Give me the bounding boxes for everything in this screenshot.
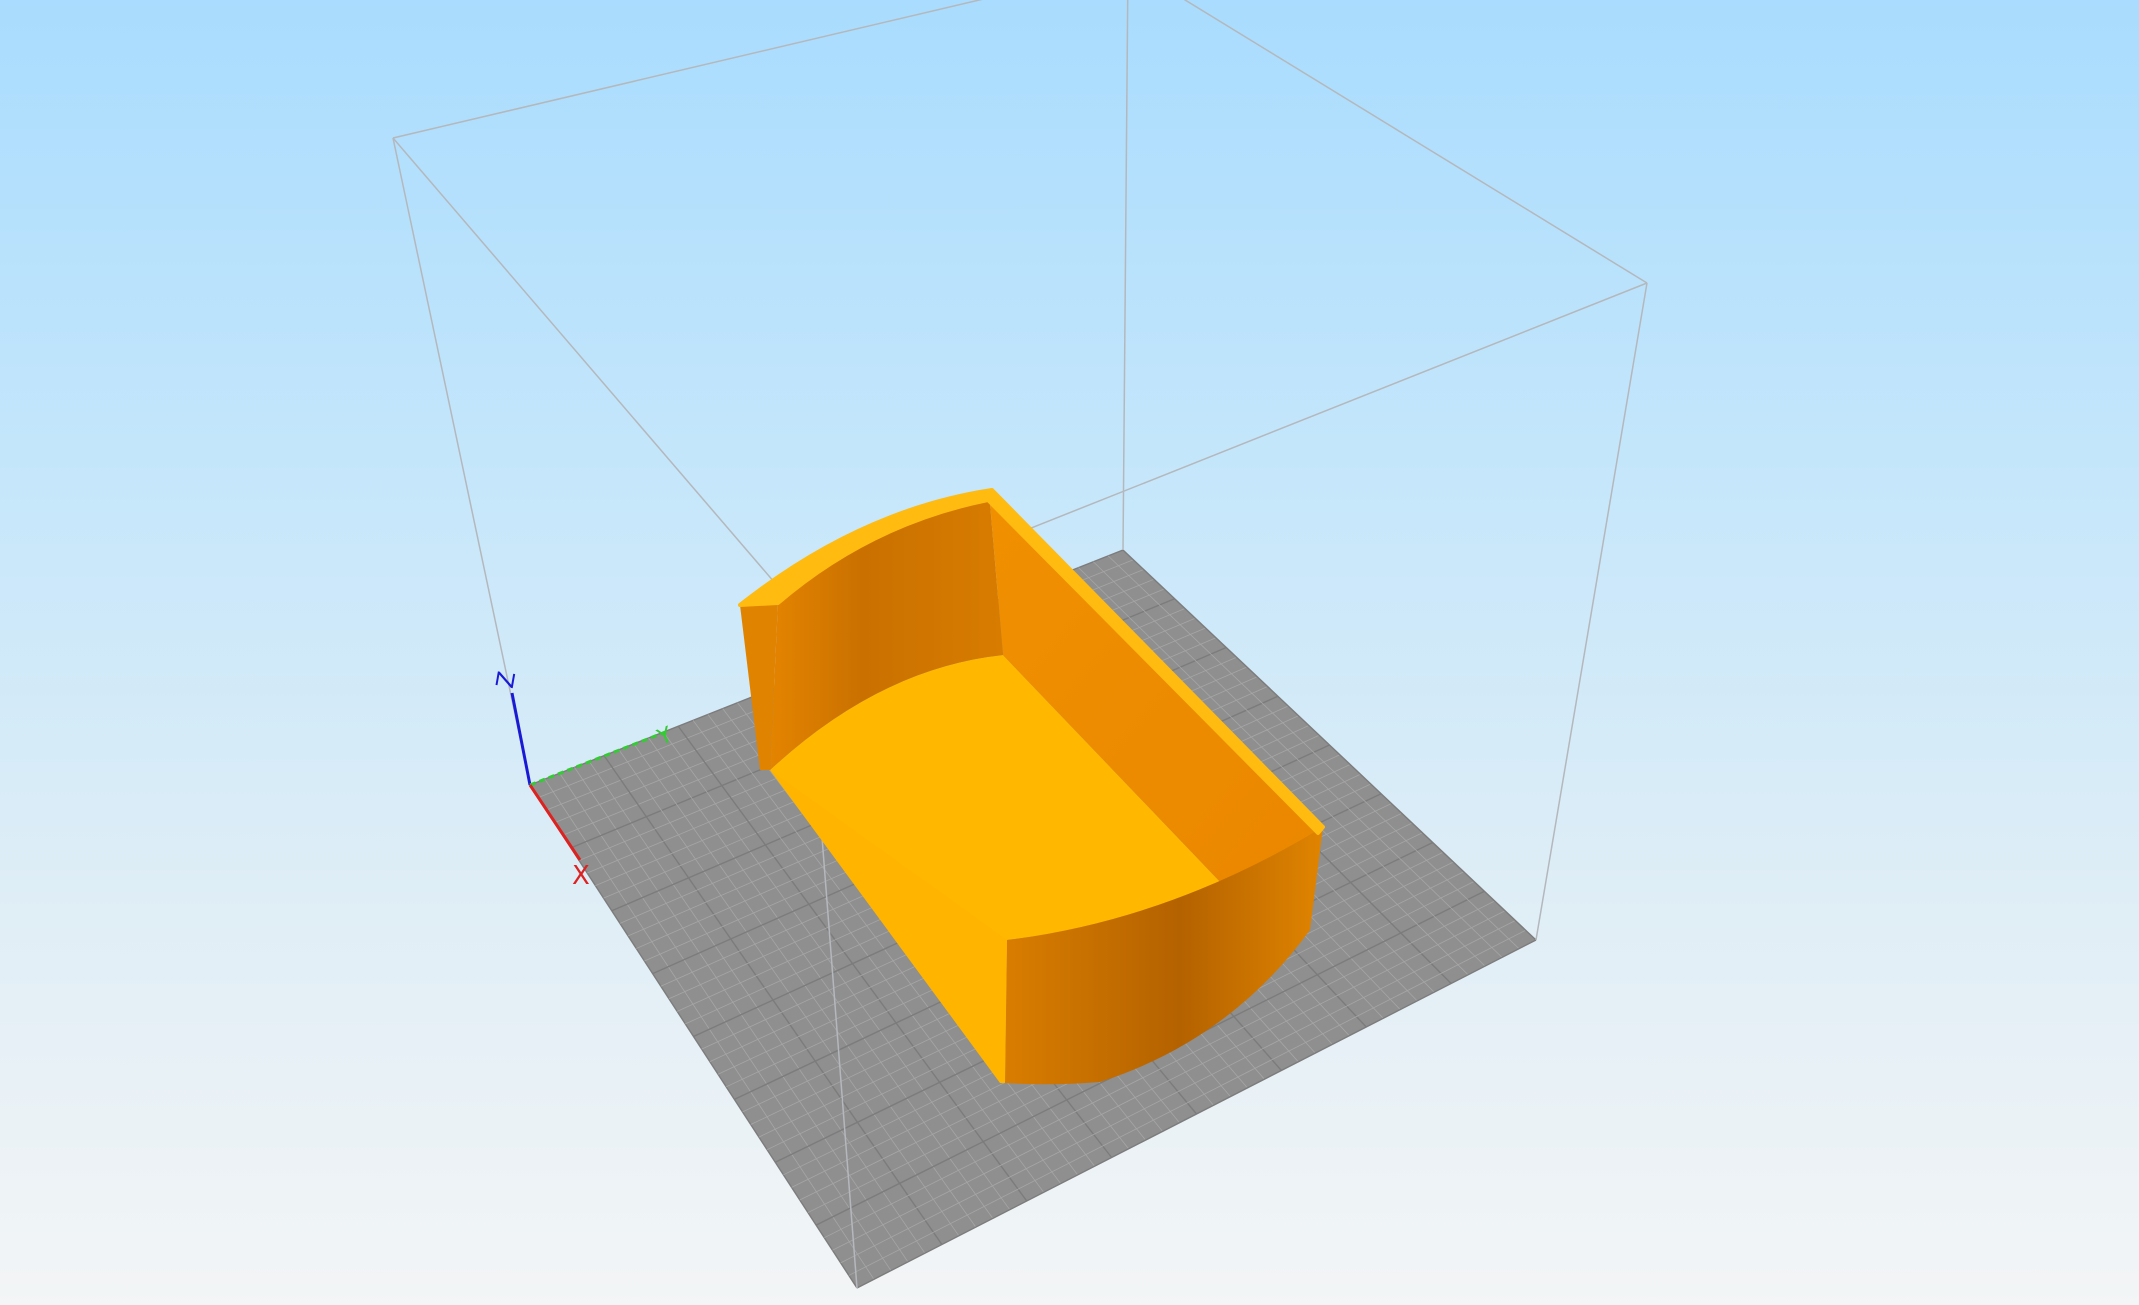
build-volume-edge [392,137,806,619]
viewport-scene: Z Y X [392,0,1648,1289]
z-axis-line [510,692,532,786]
x-axis-label: X [572,861,590,891]
build-volume-edge [1183,0,1648,284]
build-volume-edge [1122,0,1129,551]
3d-viewport[interactable]: Z Y X [0,0,2139,1305]
build-volume-edge [392,0,983,139]
z-axis-label: Z [491,669,521,690]
build-volume-edge [1535,282,1648,941]
